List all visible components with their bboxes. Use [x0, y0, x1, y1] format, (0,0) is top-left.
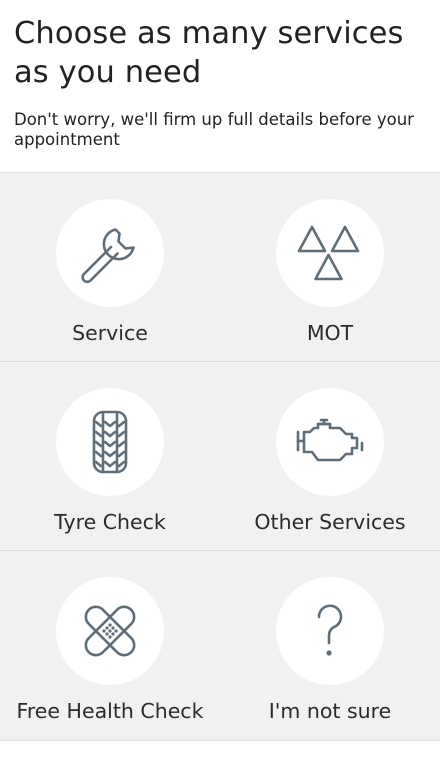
- service-option-mot[interactable]: MOT: [220, 173, 440, 362]
- engine-icon: [296, 418, 364, 462]
- service-option-label: MOT: [306, 321, 354, 345]
- services-row: Tyre Check Other Services: [0, 362, 440, 551]
- page-subtitle: Don't worry, we'll firm up full details …: [14, 110, 414, 149]
- service-option-not-sure[interactable]: I'm not sure: [220, 551, 440, 740]
- bandage-icon: [84, 605, 136, 657]
- tyre-icon: [92, 410, 128, 474]
- icon-circle: [56, 577, 164, 685]
- services-row: Free Health Check I'm not sure: [0, 551, 440, 740]
- service-selection-page: Choose as many services as you need Don'…: [0, 0, 440, 781]
- footer-area: [0, 740, 440, 781]
- services-grid: Service MOT Tyre Check Other Services Fr…: [0, 172, 440, 740]
- question-mark-icon: [317, 604, 343, 656]
- service-option-label: Service: [72, 321, 148, 345]
- icon-circle: [276, 577, 384, 685]
- service-option-other-services[interactable]: Other Services: [220, 362, 440, 551]
- warning-triangles-icon: [297, 225, 360, 281]
- service-option-tyre-check[interactable]: Tyre Check: [0, 362, 220, 551]
- service-option-label: I'm not sure: [268, 699, 392, 723]
- icon-circle: [276, 388, 384, 496]
- service-option-service[interactable]: Service: [0, 173, 220, 362]
- services-row: Service MOT: [0, 173, 440, 362]
- service-option-label: Tyre Check: [54, 510, 166, 534]
- icon-circle: [56, 199, 164, 307]
- service-option-label: Free Health Check: [16, 699, 204, 723]
- service-option-label: Other Services: [254, 510, 406, 534]
- wrench-icon: [81, 228, 135, 284]
- page-title: Choose as many services as you need: [14, 16, 404, 90]
- service-option-free-health-check[interactable]: Free Health Check: [0, 551, 220, 740]
- icon-circle: [56, 388, 164, 496]
- icon-circle: [276, 199, 384, 307]
- page-header: Choose as many services as you need Don'…: [0, 0, 440, 172]
